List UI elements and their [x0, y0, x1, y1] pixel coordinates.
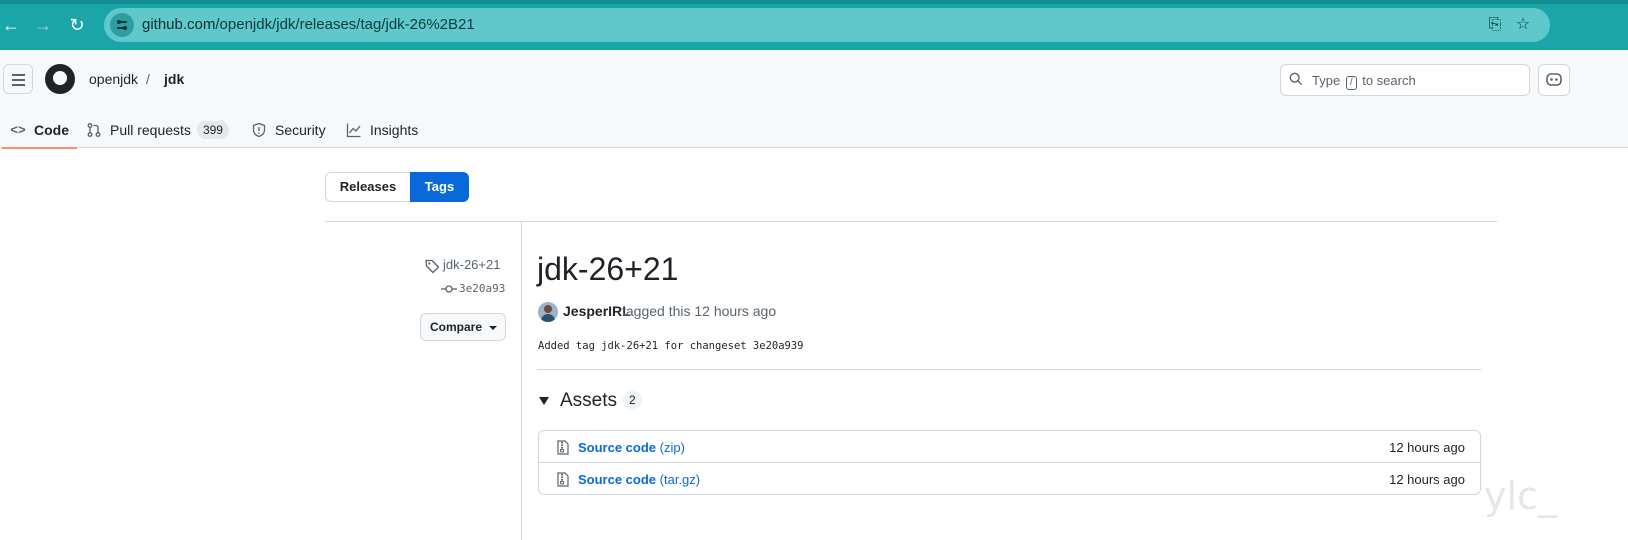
github-logo-icon[interactable]	[45, 64, 75, 94]
address-url[interactable]: github.com/openjdk/jdk/releases/tag/jdk-…	[142, 16, 475, 33]
releases-tags-toggle: Releases Tags	[325, 172, 469, 202]
tag-message: Added tag jdk-26+21 for changeset 3e20a9…	[538, 340, 804, 352]
back-arrow-icon[interactable]: ←	[0, 14, 22, 36]
search-placeholder: Type / to search	[1312, 73, 1416, 90]
search-shortcut-key: /	[1345, 76, 1357, 90]
breadcrumb-repo[interactable]: jdk	[164, 71, 184, 87]
search-icon	[1289, 72, 1303, 86]
browser-toolbar: ← → ↻ github.com/openjdk/jdk/releases/ta…	[0, 0, 1628, 50]
avatar[interactable]	[538, 302, 558, 322]
pull-requests-count: 399	[196, 121, 229, 139]
url-host: github.com	[142, 16, 216, 33]
assets-list: Source code (zip) 12 hours ago Source co…	[538, 430, 1481, 495]
tab-label: Security	[275, 122, 326, 138]
forward-arrow-icon[interactable]: →	[32, 14, 54, 36]
compare-label: Compare	[430, 320, 483, 334]
copilot-icon[interactable]	[1538, 64, 1570, 96]
repo-header: openjdk / jdk Type / to search <> Code P…	[0, 50, 1628, 149]
tag-icon	[425, 259, 440, 274]
commit-icon	[441, 285, 457, 293]
timeline-divider	[521, 222, 522, 540]
reload-icon[interactable]: ↻	[66, 14, 88, 36]
tab-label: Code	[34, 122, 69, 138]
asset-row[interactable]: Source code (tar.gz) 12 hours ago	[539, 463, 1480, 495]
tab-pull-requests[interactable]: Pull requests 399	[86, 112, 229, 148]
divider	[537, 369, 1481, 370]
caret-down-icon	[489, 325, 498, 330]
asset-link[interactable]: Source code (tar.gz)	[578, 472, 700, 487]
shield-icon	[252, 122, 266, 138]
commit-sha: 3e20a93	[459, 282, 506, 295]
release-title[interactable]: jdk-26+21	[537, 251, 678, 288]
bookmark-star-icon[interactable]: ☆	[1514, 16, 1532, 34]
compare-button[interactable]: Compare	[420, 313, 506, 341]
tag-name: jdk-26+21	[443, 257, 501, 272]
asset-time: 12 hours ago	[1389, 440, 1465, 455]
watermark: ylc_	[1484, 474, 1557, 518]
file-zip-icon	[557, 472, 569, 487]
commit-link[interactable]: 3e20a93	[441, 282, 505, 295]
file-zip-icon	[557, 440, 569, 455]
tab-label: Insights	[370, 122, 419, 138]
repo-tabs: <> Code Pull requests 399 Security Insig…	[0, 112, 600, 149]
asset-link[interactable]: Source code (zip)	[578, 440, 685, 455]
url-path: /openjdk/jdk/releases/tag/jdk-26%2B21	[215, 16, 475, 33]
tab-security[interactable]: Security	[251, 112, 326, 148]
browser-tab-strip	[0, 0, 1628, 4]
install-app-icon[interactable]: ⎘	[1486, 16, 1504, 34]
pull-request-icon	[87, 123, 101, 137]
tags-button[interactable]: Tags	[410, 172, 469, 202]
asset-row[interactable]: Source code (zip) 12 hours ago	[539, 431, 1480, 463]
author-name[interactable]: JesperIRL	[563, 303, 631, 319]
graph-icon	[346, 123, 361, 138]
assets-count: 2	[623, 391, 642, 409]
assets-title: Assets	[560, 390, 618, 411]
browser-toolbar-edge	[1556, 8, 1628, 42]
tagged-time: tagged this 12 hours ago	[622, 303, 777, 319]
breadcrumb-owner[interactable]: openjdk	[89, 71, 138, 87]
search-input[interactable]: Type / to search	[1280, 64, 1530, 96]
site-settings-icon[interactable]	[110, 13, 134, 37]
tab-code[interactable]: <> Code	[2, 112, 77, 149]
divider	[325, 221, 1497, 222]
tab-insights[interactable]: Insights	[346, 112, 418, 148]
address-bar[interactable]: github.com/openjdk/jdk/releases/tag/jdk-…	[104, 8, 1550, 42]
code-icon: <>	[10, 122, 26, 137]
releases-button[interactable]: Releases	[325, 172, 410, 202]
breadcrumb-separator: /	[146, 71, 150, 87]
asset-time: 12 hours ago	[1389, 472, 1465, 487]
triangle-down-icon	[539, 397, 549, 405]
menu-icon[interactable]	[3, 64, 33, 94]
tab-label: Pull requests	[110, 122, 191, 138]
